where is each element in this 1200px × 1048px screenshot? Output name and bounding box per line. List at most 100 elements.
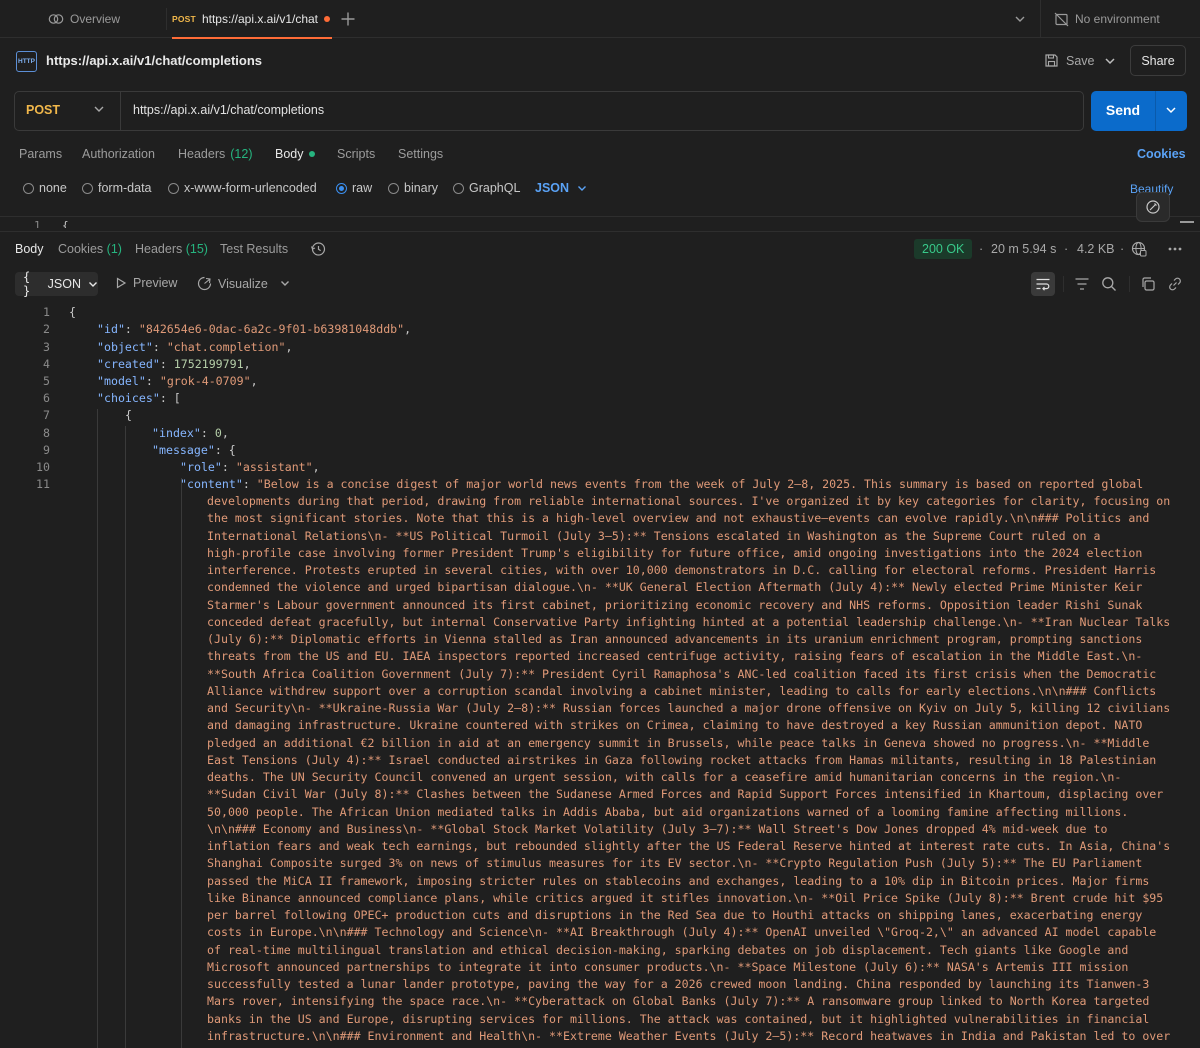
tab-active-request[interactable]: POST https://api.x.ai/v1/chat (172, 0, 333, 39)
tab-headers[interactable]: Headers (12) (178, 147, 252, 161)
radio-graphql-circle[interactable] (453, 182, 464, 194)
tab-scripts[interactable]: Scripts (337, 147, 375, 161)
save-button[interactable]: Save (1044, 53, 1095, 68)
raw-format-select[interactable]: JSON (535, 181, 587, 195)
json-string-wrapped-line: the most significant stories. Note that … (207, 511, 1150, 526)
json-colon: : (221, 460, 236, 474)
radio-urlencoded[interactable]: x-www-form-urlencoded (168, 181, 317, 195)
save-options-chevron-icon[interactable] (1104, 55, 1116, 67)
radio-binary[interactable]: binary (388, 181, 438, 195)
json-string-wrapped-line: inflation fears and weak tech earnings, … (207, 839, 1171, 853)
json-colon: : (145, 374, 160, 388)
json-string-wrapped-line: **South Africa Coalition Government (Jul… (207, 666, 1157, 681)
send-split-divider (1155, 91, 1156, 131)
radio-graphql[interactable]: GraphQL (453, 181, 520, 195)
response-time[interactable]: 20 m 5.94 s (991, 242, 1056, 256)
status-badge[interactable]: 200 OK (914, 239, 973, 259)
tab-params[interactable]: Params (19, 147, 62, 161)
json-string-wrapped-line: threats from the US and EU. IAEA inspect… (207, 649, 1143, 664)
radio-form-data[interactable]: form-data (82, 181, 152, 195)
tab-overview[interactable]: Overview (48, 0, 120, 38)
json-string-wrapped-line: (July 6):** Diplomatic efforts in Vienna… (207, 632, 1143, 646)
line-number: 2 (43, 322, 50, 336)
method-selector[interactable]: POST (26, 103, 60, 117)
send-button[interactable]: Send (1091, 91, 1187, 131)
response-tab-body-label: Body (15, 242, 44, 256)
json-line: "role": "assistant", (180, 460, 320, 474)
response-format-select[interactable]: { } JSON (15, 270, 98, 298)
no-environment-icon (1054, 12, 1069, 27)
method-chevron-icon[interactable] (93, 103, 105, 115)
response-tab-cookies[interactable]: Cookies (1) (58, 242, 122, 256)
response-size[interactable]: 4.2 KB (1077, 242, 1115, 256)
tab-authorization[interactable]: Authorization (82, 147, 155, 161)
radio-none[interactable]: none (23, 181, 67, 195)
tab-body[interactable]: Body (275, 147, 315, 161)
tab-method: POST (172, 14, 196, 24)
json-number: 1752199791 (173, 357, 244, 371)
more-icon[interactable] (1167, 243, 1183, 255)
headers-count: (12) (230, 147, 253, 161)
share-button[interactable]: Share (1130, 45, 1186, 76)
indent-guide (97, 409, 98, 1048)
json-string: "chat.completion" (166, 340, 286, 354)
json-comma: , (243, 357, 251, 371)
tab-settings[interactable]: Settings (398, 147, 443, 161)
radio-binary-circle[interactable] (388, 182, 399, 194)
response-body-viewer[interactable]: 1 2 3 4 5 6 7 8 9 10 11 { "id": "842654e… (0, 303, 1200, 1048)
request-title[interactable]: https://api.x.ai/v1/chat/completions (46, 53, 262, 68)
tab-divider (166, 8, 167, 30)
share-label: Share (1141, 53, 1175, 68)
globe-icon[interactable] (1131, 241, 1147, 257)
link-icon[interactable] (1166, 275, 1184, 293)
chevron-down-icon[interactable] (1014, 13, 1026, 25)
indent-guide (181, 478, 182, 1048)
radio-urlencoded-label: x-www-form-urlencoded (184, 181, 317, 195)
json-line: "object": "chat.completion", (97, 340, 292, 354)
radio-form-data-circle[interactable] (82, 182, 93, 194)
json-key: "object" (97, 340, 153, 354)
json-comma: , (285, 340, 293, 354)
response-tab-cookies-label: Cookies (58, 242, 104, 256)
line-number: 5 (43, 374, 50, 388)
line-number: 7 (43, 408, 50, 422)
response-tab-body[interactable]: Body (15, 242, 44, 256)
tab-request-label: https://api.x.ai/v1/chat (201, 12, 319, 26)
line-number: 6 (43, 391, 50, 405)
json-colon: : [ (159, 391, 181, 405)
response-tab-test-results[interactable]: Test Results (220, 242, 288, 256)
history-icon[interactable] (310, 241, 326, 257)
json-string: "Below is a concise digest of major worl… (256, 477, 1144, 491)
visualize-chevron-icon[interactable] (280, 278, 290, 288)
radio-urlencoded-circle[interactable] (168, 182, 179, 194)
response-tab-headers[interactable]: Headers (15) (135, 242, 208, 256)
body-indicator-dot (308, 151, 315, 157)
radio-raw[interactable]: raw (336, 181, 372, 195)
json-line: "created": 1752199791, (97, 357, 251, 371)
line-number: 10 (36, 460, 50, 474)
radio-form-data-label: form-data (98, 181, 152, 195)
cookies-link[interactable]: Cookies (1137, 147, 1186, 161)
json-string-wrapped-line: \n\n### Economy and Business\n- **Global… (207, 821, 1108, 836)
filter-icon[interactable] (1073, 275, 1091, 293)
url-input[interactable]: https://api.x.ai/v1/chat/completions (133, 103, 324, 117)
environment-selector[interactable]: No environment (1054, 0, 1160, 38)
send-label: Send (1105, 102, 1141, 118)
pane-divider[interactable] (0, 231, 1200, 232)
json-key: "id" (97, 322, 125, 336)
radio-none-circle[interactable] (23, 182, 34, 194)
response-format-label: JSON (47, 277, 81, 291)
request-body-editor[interactable]: 1 { (0, 216, 1200, 228)
wrap-icon[interactable] (1031, 272, 1055, 296)
visualize-button[interactable]: Visualize (197, 276, 268, 291)
copy-icon[interactable] (1139, 275, 1157, 293)
magic-icon[interactable] (1136, 192, 1170, 222)
editor-resize-handle[interactable] (1180, 221, 1194, 223)
preview-button[interactable]: Preview (115, 276, 177, 290)
send-options-chevron-icon[interactable] (1165, 103, 1177, 117)
json-string: "assistant" (235, 460, 313, 474)
plus-icon[interactable] (340, 11, 356, 27)
search-icon[interactable] (1100, 275, 1118, 293)
line-number: 1 (43, 305, 50, 319)
radio-raw-circle[interactable] (336, 182, 347, 194)
